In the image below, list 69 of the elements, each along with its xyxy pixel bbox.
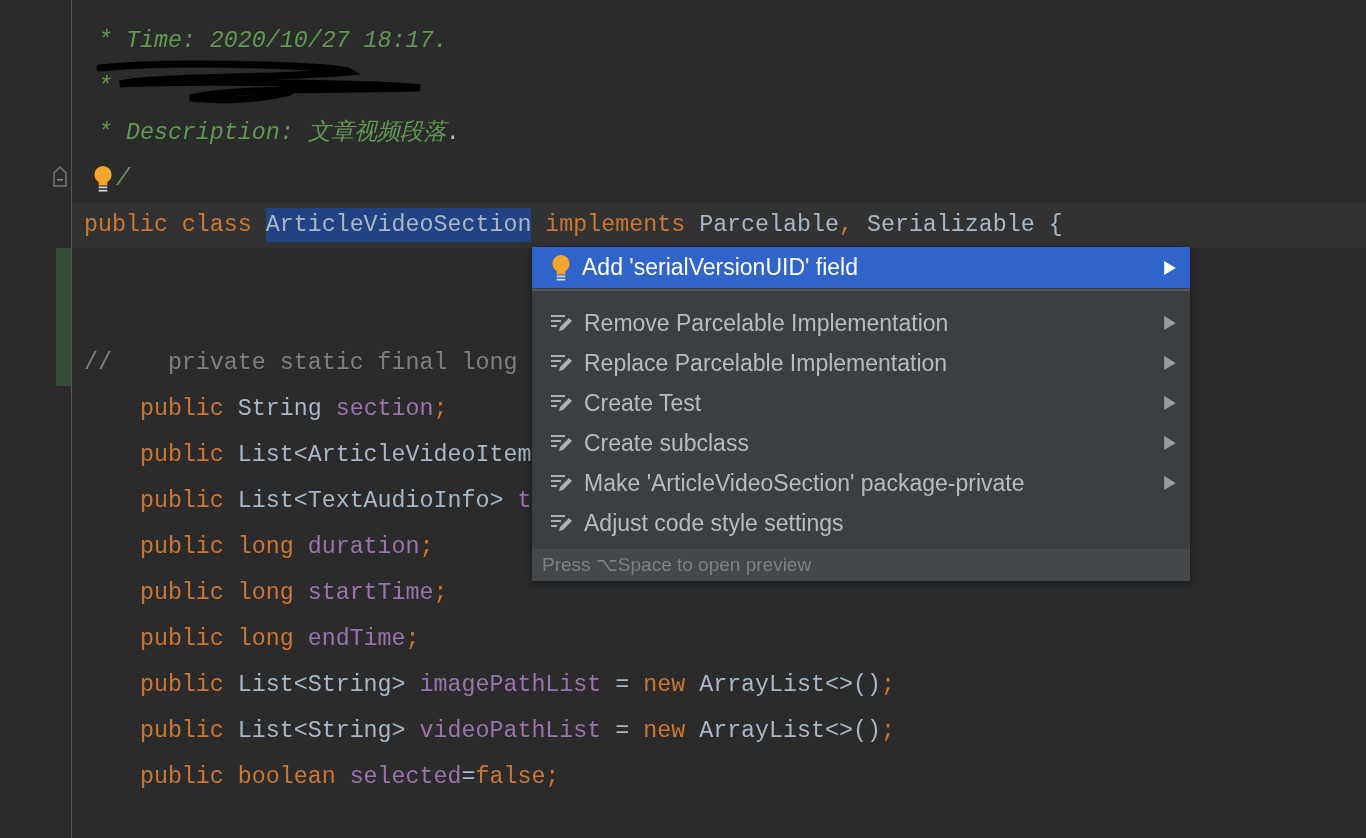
code-text: String	[237, 394, 323, 424]
code-comment: *	[96, 72, 112, 102]
code-text: ArrayList<>()	[699, 670, 881, 700]
menu-label: Make 'ArticleVideoSection' package-private	[584, 468, 1026, 498]
menu-label: Create subclass	[584, 428, 750, 458]
code-text: duration	[307, 532, 420, 562]
edit-icon	[550, 313, 574, 333]
menu-label: Replace Parcelable Implementation	[584, 348, 949, 378]
code-text: public	[138, 716, 225, 746]
menu-item[interactable]: Create subclass	[532, 423, 1190, 463]
menu-item[interactable]: Add 'serialVersionUID' field	[532, 247, 1190, 288]
code-comment: * Time: 2020/10/27 18:17.	[96, 26, 448, 56]
selected-text: ArticleVideoSection	[265, 207, 532, 243]
code-text: startTime	[307, 578, 434, 608]
edit-icon	[550, 353, 574, 373]
code-text: ArrayList<>()	[699, 716, 881, 746]
menu-item[interactable]: Replace Parcelable Implementation	[532, 343, 1190, 383]
code-text: ;	[433, 578, 448, 608]
edit-icon	[550, 393, 574, 413]
code-text: List<TextAudioInfo>	[237, 486, 505, 516]
code-text: List<String>	[237, 670, 407, 700]
code-text: public long	[138, 624, 295, 654]
code-text: new	[643, 670, 687, 700]
code-text: t	[517, 486, 532, 516]
menu-item[interactable]: Make 'ArticleVideoSection' package-private	[532, 463, 1190, 503]
popup-hint: Press ⌥Space to open preview	[532, 549, 1190, 581]
code-text: =	[614, 716, 631, 746]
code-text: public long	[138, 532, 295, 562]
code-text: ;	[419, 532, 434, 562]
code-text: public long	[138, 578, 295, 608]
code-text: ;	[880, 716, 895, 746]
code-text: new	[643, 716, 687, 746]
fold-icon[interactable]	[52, 166, 68, 188]
edit-icon	[550, 513, 574, 533]
code-text: public	[138, 440, 225, 470]
edit-icon	[550, 473, 574, 493]
code-text: ;	[433, 394, 448, 424]
code-comment: // private static final long	[84, 348, 518, 378]
lightbulb-icon[interactable]	[92, 165, 114, 193]
code-text: public class	[84, 210, 253, 240]
code-text: ;	[405, 624, 420, 654]
menu-item[interactable]: Remove Parcelable Implementation	[532, 303, 1190, 343]
menu-label: Add 'serialVersionUID' field	[582, 253, 859, 283]
menu-label: Adjust code style settings	[584, 508, 845, 538]
menu-label: Create Test	[584, 388, 703, 418]
menu-item[interactable]: Create Test	[532, 383, 1190, 423]
code-text: Serializable {	[866, 210, 1063, 240]
code-text: imagePathList	[419, 670, 602, 700]
code-text: public boolean	[138, 762, 337, 792]
menu-item[interactable]: Adjust code style settings	[532, 503, 1190, 543]
edit-icon	[550, 433, 574, 453]
code-text: implements	[544, 210, 687, 240]
code-comment: /	[116, 164, 130, 194]
code-text: ,	[838, 210, 854, 240]
menu-label: Remove Parcelable Implementation	[584, 308, 950, 338]
code-text: public	[138, 670, 225, 700]
code-text: videoPathList	[419, 716, 602, 746]
code-text: Parcelable	[699, 210, 839, 240]
code-text: List<String>	[237, 716, 407, 746]
code-text: public	[138, 394, 225, 424]
code-text: List<ArticleVideoItem	[237, 440, 532, 470]
code-text: selected	[349, 762, 462, 792]
code-text: section	[335, 394, 434, 424]
code-text: endTime	[307, 624, 406, 654]
code-text: false;	[475, 762, 560, 792]
code-text: =	[461, 762, 476, 792]
code-text: ;	[880, 670, 895, 700]
code-text: public	[138, 486, 225, 516]
code-text: =	[614, 670, 631, 700]
